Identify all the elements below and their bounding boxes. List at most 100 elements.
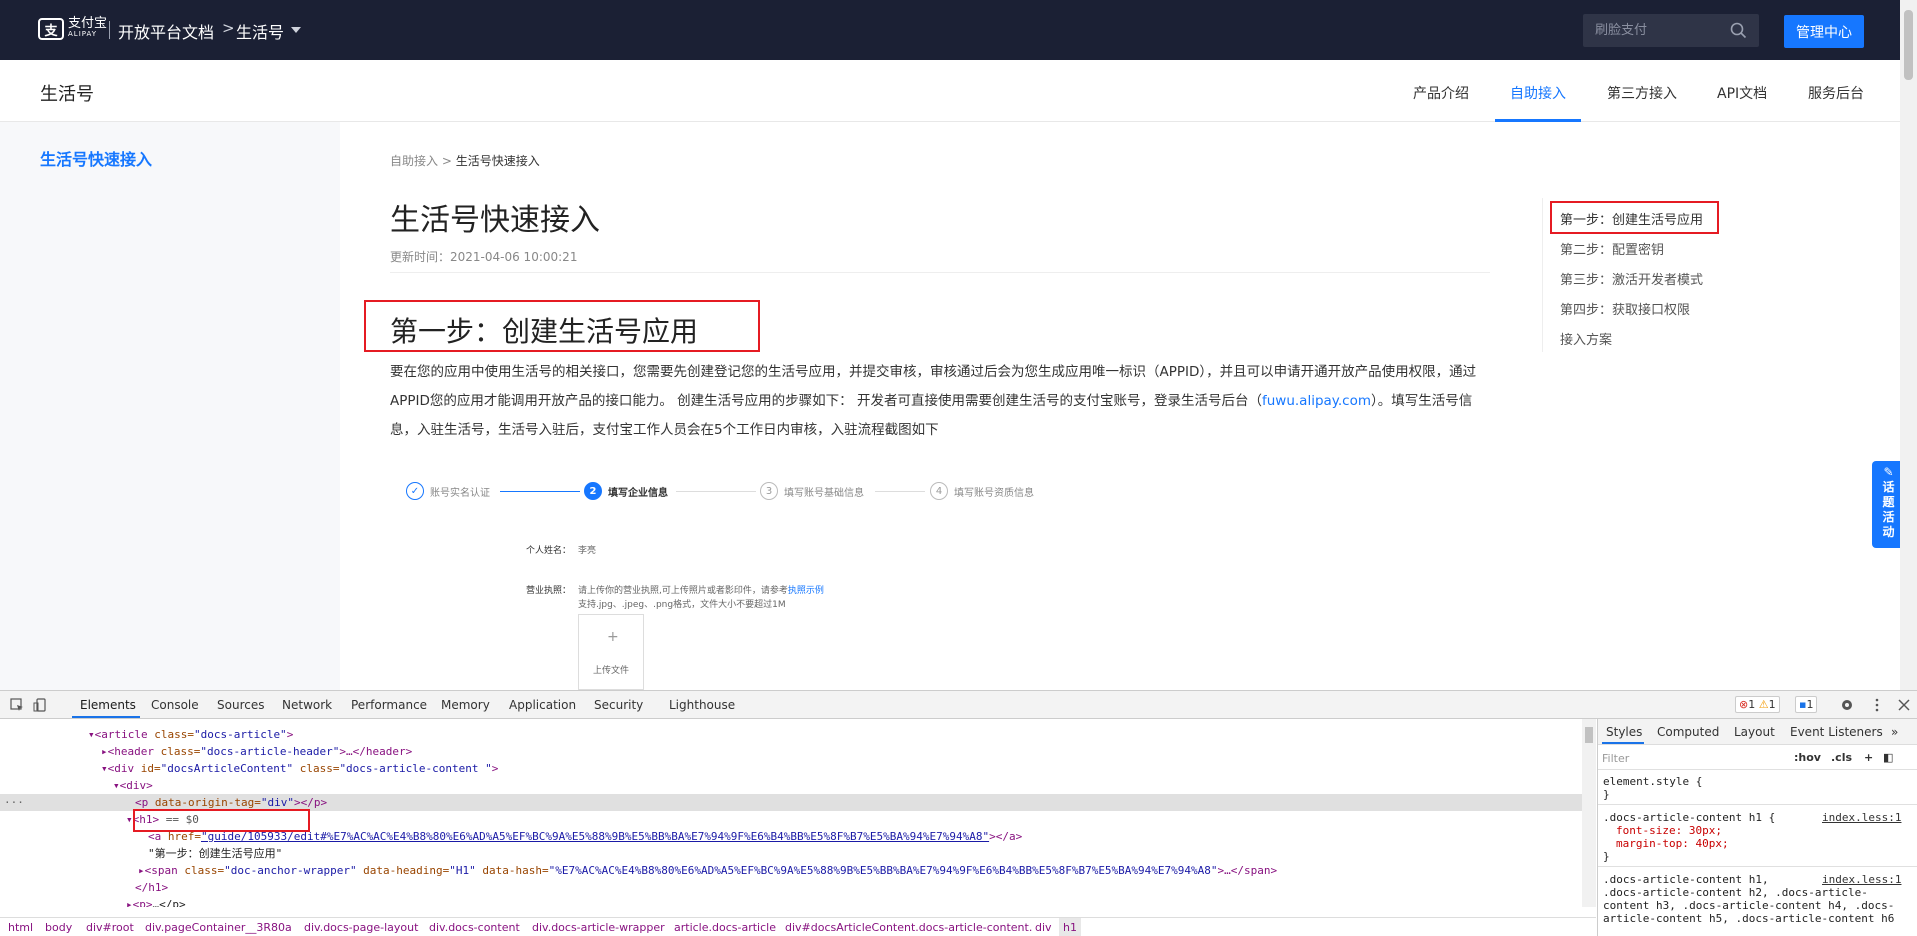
toggle-sidebar-icon[interactable]: ◧ bbox=[1883, 751, 1893, 764]
warning-icon: ⚠ bbox=[1758, 698, 1769, 711]
dom-text-node[interactable]: "第一步：创建生活号应用" bbox=[148, 845, 282, 862]
toc-item-step3[interactable]: 第三步：激活开发者模式 bbox=[1560, 269, 1703, 288]
tab-lighthouse[interactable]: Lighthouse bbox=[669, 698, 735, 712]
admin-center-button[interactable]: 管理中心 bbox=[1784, 15, 1864, 48]
tab-event-listeners[interactable]: Event Listeners bbox=[1790, 725, 1883, 739]
tab-service-backend[interactable]: 服务后台 bbox=[1808, 83, 1864, 103]
search-icon[interactable] bbox=[1730, 22, 1747, 39]
close-icon[interactable] bbox=[1896, 697, 1912, 713]
product-title[interactable]: 生活号 bbox=[40, 80, 94, 106]
dom-node-article[interactable]: ▾<article class="docs-article"> bbox=[88, 726, 293, 743]
upload-box: + 上传文件 bbox=[578, 614, 644, 690]
toc-item-solution[interactable]: 接入方案 bbox=[1560, 329, 1612, 348]
device-toolbar-icon[interactable] bbox=[33, 697, 49, 713]
platform-docs-link[interactable]: 开放平台文档 bbox=[118, 19, 214, 43]
rule2-line1[interactable]: .docs-article-content h1, bbox=[1603, 873, 1769, 886]
styles-tabbar: Styles Computed Layout Event Listeners » bbox=[1598, 719, 1917, 745]
sidebar-item-quick-access[interactable]: 生活号快速接入 bbox=[40, 146, 152, 170]
more-tabs-icon[interactable]: » bbox=[1891, 725, 1898, 739]
page-scrollbar[interactable] bbox=[1900, 0, 1917, 690]
tab-styles[interactable]: Styles bbox=[1606, 725, 1642, 739]
check-icon: ✓ bbox=[406, 482, 424, 500]
dom-node-span[interactable]: ▸<span class="doc-anchor-wrapper" data-h… bbox=[138, 862, 1277, 879]
step-number: 3 bbox=[760, 482, 778, 500]
name-label: 个人姓名： bbox=[526, 546, 572, 556]
dom-node-article-content[interactable]: ▾<div id="docsArticleContent" class="doc… bbox=[101, 760, 498, 777]
tab-sources[interactable]: Sources bbox=[217, 698, 264, 712]
devtools-active-tab-indicator bbox=[72, 716, 140, 718]
class-toggle[interactable]: .cls bbox=[1831, 751, 1852, 764]
tab-layout[interactable]: Layout bbox=[1734, 725, 1775, 739]
crumb-page-layout[interactable]: div.docs-page-layout bbox=[304, 918, 418, 936]
toc-item-step2[interactable]: 第二步：配置密钥 bbox=[1560, 239, 1664, 258]
dom-scrollbar[interactable] bbox=[1582, 719, 1596, 907]
tab-console[interactable]: Console bbox=[151, 698, 199, 712]
breadcrumb-parent[interactable]: 自助接入 bbox=[390, 154, 438, 168]
crumb-article[interactable]: article.docs-article bbox=[674, 918, 776, 936]
crumb-root[interactable]: div#root bbox=[86, 918, 134, 936]
gear-icon[interactable] bbox=[1839, 697, 1855, 713]
crumb-h1[interactable]: h1 bbox=[1059, 918, 1081, 936]
search-box[interactable] bbox=[1583, 14, 1759, 47]
dom-node-div[interactable]: ▾<div> bbox=[113, 777, 153, 794]
tab-third-party[interactable]: 第三方接入 bbox=[1607, 83, 1677, 103]
toc-item-step4[interactable]: 第四步：获取接口权限 bbox=[1560, 299, 1690, 318]
fuwu-link[interactable]: fuwu.alipay.com bbox=[1262, 393, 1371, 409]
crumb-page-container[interactable]: div.pageContainer__3R80a bbox=[145, 918, 292, 936]
dom-scroll-thumb[interactable] bbox=[1585, 727, 1593, 743]
article-paragraph: 要在您的应用中使用生活号的相关接口，您需要先创建登记您的生活号应用，并提交审核，… bbox=[390, 358, 1480, 445]
step-label: 填写企业信息 bbox=[608, 487, 668, 499]
step-2: 2 填写企业信息 bbox=[584, 482, 668, 500]
crumb-article-wrapper[interactable]: div.docs-article-wrapper bbox=[532, 918, 665, 936]
update-time: 更新时间：2021-04-06 10:00:21 bbox=[390, 250, 578, 264]
caret-down-icon[interactable] bbox=[291, 27, 301, 33]
styles-filter-input[interactable] bbox=[1602, 749, 1770, 767]
crumb-article-content[interactable]: div#docsArticleContent.docs-article-cont… bbox=[785, 918, 1032, 936]
inspect-element-icon[interactable] bbox=[9, 697, 25, 713]
crumb-docs-content[interactable]: div.docs-content bbox=[429, 918, 520, 936]
tab-performance[interactable]: Performance bbox=[351, 698, 427, 712]
messages-badge[interactable]: ▪1 bbox=[1795, 696, 1818, 713]
tab-security[interactable]: Security bbox=[594, 698, 643, 712]
rule1-selector[interactable]: .docs-article-content h1 { bbox=[1603, 811, 1775, 824]
devtools-tabbar: Elements Console Sources Network Perform… bbox=[0, 691, 1917, 719]
step-connector bbox=[500, 491, 580, 492]
process-screenshot: ✓ 账号实名认证 2 填写企业信息 3 填写账号基础信息 4 填写账号资质信息 … bbox=[390, 462, 1480, 690]
tab-elements[interactable]: Elements bbox=[80, 698, 136, 712]
hover-state-toggle[interactable]: :hov bbox=[1794, 751, 1821, 764]
active-tab-indicator bbox=[1495, 119, 1581, 122]
product-dropdown[interactable]: 生活号 bbox=[236, 19, 284, 43]
add-rule-icon[interactable]: + bbox=[1864, 751, 1873, 764]
alipay-logo[interactable]: 支 支付宝 ALIPAY bbox=[38, 17, 107, 40]
tab-computed[interactable]: Computed bbox=[1657, 725, 1719, 739]
dom-node-header[interactable]: ▸<header class="docs-article-header">…</… bbox=[101, 743, 412, 760]
ellipsis-icon[interactable]: ··· bbox=[4, 794, 24, 811]
styles-pane: Styles Computed Layout Event Listeners »… bbox=[1597, 719, 1917, 936]
step-4: 4 填写账号资质信息 bbox=[930, 482, 1034, 500]
element-style-rule[interactable]: element.style { bbox=[1603, 775, 1702, 788]
dom-node-p2[interactable]: ▸<p>…</p> bbox=[126, 896, 186, 907]
crumb-html[interactable]: html bbox=[8, 918, 33, 936]
tab-self-access[interactable]: 自助接入 bbox=[1510, 83, 1566, 103]
more-options-icon[interactable] bbox=[1869, 697, 1885, 713]
tab-application[interactable]: Application bbox=[509, 698, 576, 712]
license-hint: 请上传你的营业执照,可上传照片或者影印件，请参考执照示例 bbox=[578, 586, 824, 596]
scroll-thumb[interactable] bbox=[1904, 10, 1913, 80]
crumb-body[interactable]: body bbox=[45, 918, 72, 936]
rule2-source-link[interactable]: index.less:1 bbox=[1822, 873, 1901, 886]
search-input[interactable] bbox=[1595, 20, 1725, 41]
tab-api-docs[interactable]: API文档 bbox=[1717, 83, 1767, 103]
rule1-margin-top[interactable]: margin-top: 40px; bbox=[1616, 837, 1729, 850]
topic-activity-label: 话题活动 bbox=[1882, 480, 1895, 539]
toc-item-step1[interactable]: 第一步：创建生活号应用 bbox=[1560, 209, 1703, 228]
breadcrumb: 自助接入 > 生活号快速接入 bbox=[390, 152, 540, 169]
issues-badge[interactable]: ⊗1 ⚠1 bbox=[1735, 696, 1780, 713]
tab-network[interactable]: Network bbox=[282, 698, 332, 712]
crumb-div[interactable]: div bbox=[1035, 918, 1052, 936]
styles-active-indicator bbox=[1602, 742, 1644, 744]
tab-memory[interactable]: Memory bbox=[441, 698, 490, 712]
rule1-font-size[interactable]: font-size: 30px; bbox=[1616, 824, 1722, 837]
rule1-source-link[interactable]: index.less:1 bbox=[1822, 811, 1901, 824]
dom-node-h1-close[interactable]: </h1> bbox=[135, 879, 168, 896]
tab-product-intro[interactable]: 产品介绍 bbox=[1413, 83, 1469, 103]
